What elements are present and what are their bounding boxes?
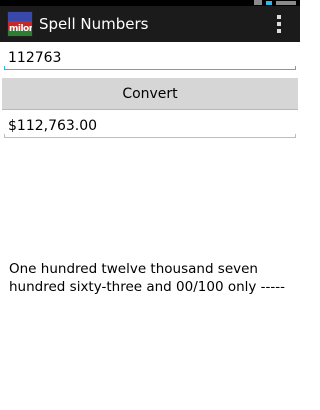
number-input-underline-edge <box>4 66 5 70</box>
convert-button[interactable]: Convert <box>2 78 298 110</box>
currency-field-underline-edge <box>4 134 5 138</box>
battery-icon <box>266 1 272 5</box>
app-logo-icon[interactable]: milon <box>7 11 33 37</box>
app-title: Spell Numbers <box>39 15 149 33</box>
number-input[interactable] <box>4 46 296 70</box>
signal-icon <box>254 0 262 5</box>
overflow-menu-icon[interactable] <box>276 15 282 33</box>
number-input-underline-edge <box>295 66 296 70</box>
app-logo-text: milon <box>9 24 33 34</box>
action-bar: milon Spell Numbers <box>0 6 300 42</box>
currency-field[interactable]: $112,763.00 <box>4 114 296 138</box>
clock-indicator <box>276 1 296 5</box>
spelled-words-output: One hundred twelve thousand seven hundre… <box>9 261 286 295</box>
currency-field-underline-edge <box>295 134 296 138</box>
